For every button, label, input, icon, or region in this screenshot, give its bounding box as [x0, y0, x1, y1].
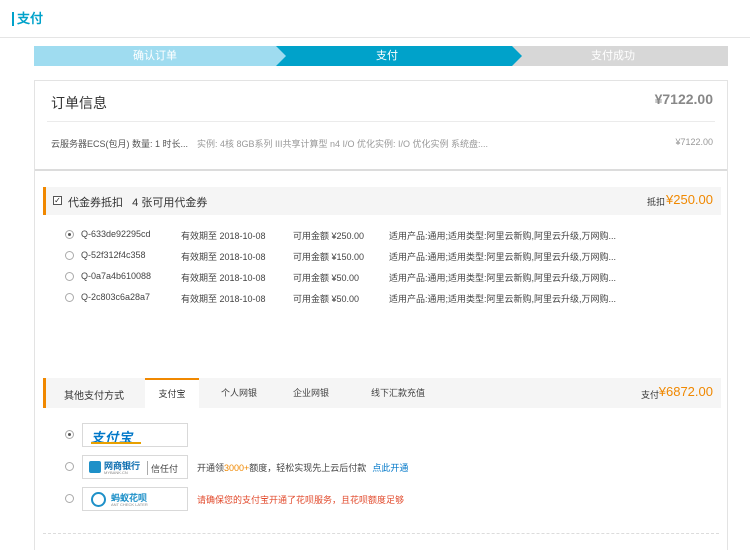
step-arrow	[512, 46, 522, 66]
coupon-row[interactable]: Q-0a7a4b610088 有效期至 2018-10-08 可用金额 ¥50.…	[35, 270, 729, 284]
coupon-amount: 可用金额 ¥150.00	[293, 252, 365, 262]
coupon-scope: 适用产品:通用;适用类型:阿里云新购,阿里云升级,万网购...	[389, 231, 617, 241]
note-prefix: 开通领	[197, 463, 225, 473]
deduct-amount: ¥250.00	[666, 192, 713, 207]
coupon-section-header: ✓ 代金券抵扣 4 张可用代金券 抵扣 ¥250.00	[43, 187, 721, 215]
payment-method-header: 其他支付方式 支付宝 个人网银 企业网银 线下汇款充值 支付 ¥6872.00	[43, 378, 721, 408]
payment-option-alipay[interactable]: 支付宝	[35, 423, 729, 447]
coupon-amount: 可用金额 ¥50.00	[293, 294, 360, 304]
huabei-icon	[91, 492, 106, 507]
coupon-id: Q-633de92295cd	[81, 229, 151, 239]
coupon-radio[interactable]	[65, 293, 74, 302]
logo-divider	[147, 461, 148, 475]
pay-amount: ¥6872.00	[658, 384, 713, 399]
title-accent-bar	[12, 12, 14, 26]
coupon-id: Q-52f312f4c358	[81, 250, 146, 260]
coupon-row[interactable]: Q-2c803c6a28a7 有效期至 2018-10-08 可用金额 ¥50.…	[35, 291, 729, 305]
coupon-amount: 可用金额 ¥250.00	[293, 231, 365, 241]
coupon-radio[interactable]	[65, 251, 74, 260]
coupon-expiry: 有效期至 2018-10-08	[181, 231, 266, 241]
mybank-logo[interactable]: 网商银行 MYBANK.CN 信任付	[82, 455, 188, 479]
step-label: 支付成功	[591, 50, 635, 62]
tab-offline-transfer[interactable]: 线下汇款充值	[352, 378, 444, 408]
huabei-logo-sub: ANT CHECK LATER	[111, 502, 148, 507]
order-total: ¥7122.00	[654, 91, 713, 107]
page-title: 支付	[17, 11, 44, 26]
step-confirm-order: 确认订单	[34, 46, 286, 66]
coupon-id: Q-2c803c6a28a7	[81, 292, 151, 302]
huabei-warning: 请确保您的支付宝开通了花呗服务，且花呗额度足够	[197, 495, 405, 505]
coupon-checkbox[interactable]: ✓	[53, 196, 62, 205]
divider	[43, 533, 719, 534]
deduct-label: 抵扣	[646, 197, 665, 207]
mybank-logo-sub: MYBANK.CN	[104, 470, 128, 475]
payment-radio[interactable]	[65, 494, 74, 503]
step-pay-success: 支付成功	[498, 46, 728, 66]
coupon-title: 代金券抵扣	[68, 197, 123, 209]
mybank-icon	[89, 461, 101, 473]
tab-personal-banking[interactable]: 个人网银	[206, 378, 272, 408]
product-name: 云服务器ECS(包月) 数量: 1 时长...	[51, 139, 189, 149]
step-pay: 支付	[262, 46, 522, 66]
product-spec: 实例: 4核 8GB系列 III共享计算型 n4 I/O 优化实例: I/O 优…	[197, 139, 489, 149]
coupon-label: 代金券抵扣 4 张可用代金券	[68, 194, 207, 210]
note-suffix: 额度，轻松实现先上云后付款	[249, 463, 367, 473]
coupon-radio[interactable]	[65, 272, 74, 281]
open-mybank-link[interactable]: 点此开通	[372, 463, 408, 473]
step-label: 支付	[376, 50, 398, 62]
coupon-scope: 适用产品:通用;适用类型:阿里云新购,阿里云升级,万网购...	[389, 273, 617, 283]
payment-card: 订单信息 ¥7122.00 云服务器ECS(包月) 数量: 1 时长... 实例…	[34, 80, 728, 550]
note-highlight: 3000+	[224, 463, 250, 473]
coupon-scope: 适用产品:通用;适用类型:阿里云新购,阿里云升级,万网购...	[389, 294, 617, 304]
payment-radio[interactable]	[65, 430, 74, 439]
divider	[35, 169, 727, 171]
page-header: 支付	[0, 0, 750, 38]
step-arrow	[276, 46, 286, 66]
payment-radio[interactable]	[65, 462, 74, 471]
coupon-id: Q-0a7a4b610088	[81, 271, 152, 281]
alipay-logo-underline	[91, 442, 141, 444]
huabei-logo[interactable]: 蚂蚁花呗 ANT CHECK LATER	[82, 487, 188, 511]
coupon-row[interactable]: Q-52f312f4c358 有效期至 2018-10-08 可用金额 ¥150…	[35, 249, 729, 263]
payment-option-huabei[interactable]: 蚂蚁花呗 ANT CHECK LATER 请确保您的支付宝开通了花呗服务，且花呗…	[35, 487, 729, 511]
step-label: 确认订单	[133, 50, 177, 62]
coupon-available-count: 4 张可用代金券	[132, 197, 208, 209]
coupon-scope: 适用产品:通用;适用类型:阿里云新购,阿里云升级,万网购...	[389, 252, 617, 262]
divider	[47, 121, 715, 122]
mybank-note: 开通领3000+额度，轻松实现先上云后付款 点此开通	[197, 461, 408, 474]
coupon-radio[interactable]	[65, 230, 74, 239]
coupon-expiry: 有效期至 2018-10-08	[181, 273, 266, 283]
coupon-row[interactable]: Q-633de92295cd 有效期至 2018-10-08 可用金额 ¥250…	[35, 228, 729, 242]
order-info-heading: 订单信息	[51, 95, 107, 111]
other-payment-label: 其他支付方式	[64, 391, 124, 402]
alipay-logo[interactable]: 支付宝	[82, 423, 188, 447]
tab-corporate-banking[interactable]: 企业网银	[278, 378, 344, 408]
coupon-expiry: 有效期至 2018-10-08	[181, 294, 266, 304]
pay-label: 支付	[640, 390, 659, 400]
tab-alipay[interactable]: 支付宝	[145, 378, 199, 408]
coupon-expiry: 有效期至 2018-10-08	[181, 252, 266, 262]
product-price: ¥7122.00	[675, 137, 713, 147]
progress-steps: 确认订单 支付 支付成功	[34, 46, 728, 66]
payment-option-mybank[interactable]: 网商银行 MYBANK.CN 信任付 开通领3000+额度，轻松实现先上云后付款…	[35, 455, 729, 479]
mybank-credit-text: 信任付	[151, 464, 179, 474]
coupon-amount: 可用金额 ¥50.00	[293, 273, 360, 283]
